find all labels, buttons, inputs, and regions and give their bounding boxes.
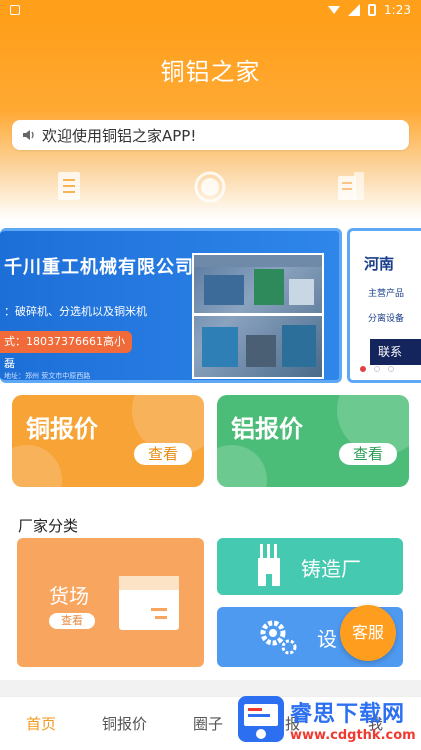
copper-view-button[interactable]: 查看 <box>134 443 192 465</box>
yard-view-button[interactable]: 查看 <box>49 613 95 629</box>
signal-icon <box>348 4 361 16</box>
shortcut-document[interactable] <box>30 170 110 208</box>
watermark: 睿思下载网 www.cdgthk.com <box>236 692 421 750</box>
wifi-icon <box>328 6 341 14</box>
carousel-dot[interactable] <box>360 366 366 372</box>
decor-circle <box>12 445 62 487</box>
aluminum-view-button[interactable]: 查看 <box>339 443 397 465</box>
notice-bar[interactable]: 欢迎使用铜铝之家APP! <box>12 120 409 150</box>
equipment-label: 设 <box>317 627 337 651</box>
banner-contact: 式：18037376661高小磊 <box>0 331 132 370</box>
banner-side-line1: 主营产品 <box>368 289 405 299</box>
decor-circle <box>217 445 267 487</box>
battery-icon <box>368 4 377 16</box>
speaker-icon <box>23 130 34 140</box>
carousel-dot[interactable] <box>374 366 380 372</box>
foundry-tile[interactable]: 铸造厂 <box>217 538 403 595</box>
yard-tile[interactable]: 货场 查看 <box>17 538 204 667</box>
carousel-dots <box>360 366 394 372</box>
nav-home[interactable]: 首页 <box>26 713 56 734</box>
banner-address: 地址：郑州 荥文市中原西路 <box>4 372 91 380</box>
foundry-label: 铸造厂 <box>301 557 361 581</box>
shortcut-file[interactable] <box>311 170 391 208</box>
file-icon <box>337 172 364 200</box>
watermark-brand: 睿思下载网 <box>290 702 406 727</box>
banner-side-contact-button[interactable]: 联系 <box>370 339 421 365</box>
copper-price-card[interactable]: 铜报价 查看 <box>12 395 204 487</box>
factory-icon <box>258 544 280 586</box>
shortcut-circle[interactable] <box>170 170 250 208</box>
banner-side-title: 河南 <box>364 255 395 273</box>
copper-price-title: 铜报价 <box>26 415 98 443</box>
watermark-logo-icon <box>238 696 284 742</box>
banner-side-line2: 分离设备 <box>368 314 405 324</box>
customer-service-button[interactable]: 客服 <box>340 605 396 661</box>
nav-copper-price[interactable]: 铜报价 <box>102 713 147 734</box>
circle-icon <box>194 171 226 203</box>
section-title: 厂家分类 <box>18 517 79 535</box>
price-cards: 铜报价 查看 铝报价 查看 <box>0 395 421 495</box>
photo-divider <box>194 313 322 316</box>
carousel-dot[interactable] <box>388 366 394 372</box>
clock: 1:23 <box>384 3 411 17</box>
status-bar: 1:23 <box>0 0 421 20</box>
gears-icon <box>260 620 297 655</box>
notice-text: 欢迎使用铜铝之家APP! <box>42 126 197 145</box>
box-icon <box>119 576 179 630</box>
machine-illustration <box>194 255 322 367</box>
banner-products: ：破碎机、分选机以及铜米机 <box>4 305 147 318</box>
banner-carousel[interactable]: 千川重工机械有限公司 ：破碎机、分选机以及铜米机 式：18037376661高小… <box>0 220 421 395</box>
document-icon <box>58 172 81 200</box>
aluminum-price-title: 铝报价 <box>231 415 303 443</box>
banner-slide-main[interactable]: 千川重工机械有限公司 ：破碎机、分选机以及铜米机 式：18037376661高小… <box>0 228 342 383</box>
watermark-url: www.cdgthk.com <box>290 728 416 743</box>
header: 铜铝之家 欢迎使用铜铝之家APP! <box>0 20 421 220</box>
app-title: 铜铝之家 <box>160 58 261 86</box>
banner-slide-next[interactable]: 河南 主营产品 分离设备 联系 <box>347 228 421 383</box>
notification-icon <box>10 5 20 15</box>
nav-circle[interactable]: 圈子 <box>193 713 223 734</box>
banner-company: 千川重工机械有限公司 <box>4 257 194 278</box>
aluminum-price-card[interactable]: 铝报价 查看 <box>217 395 409 487</box>
machinery-photo <box>192 253 324 379</box>
yard-label: 货场 <box>49 584 89 608</box>
